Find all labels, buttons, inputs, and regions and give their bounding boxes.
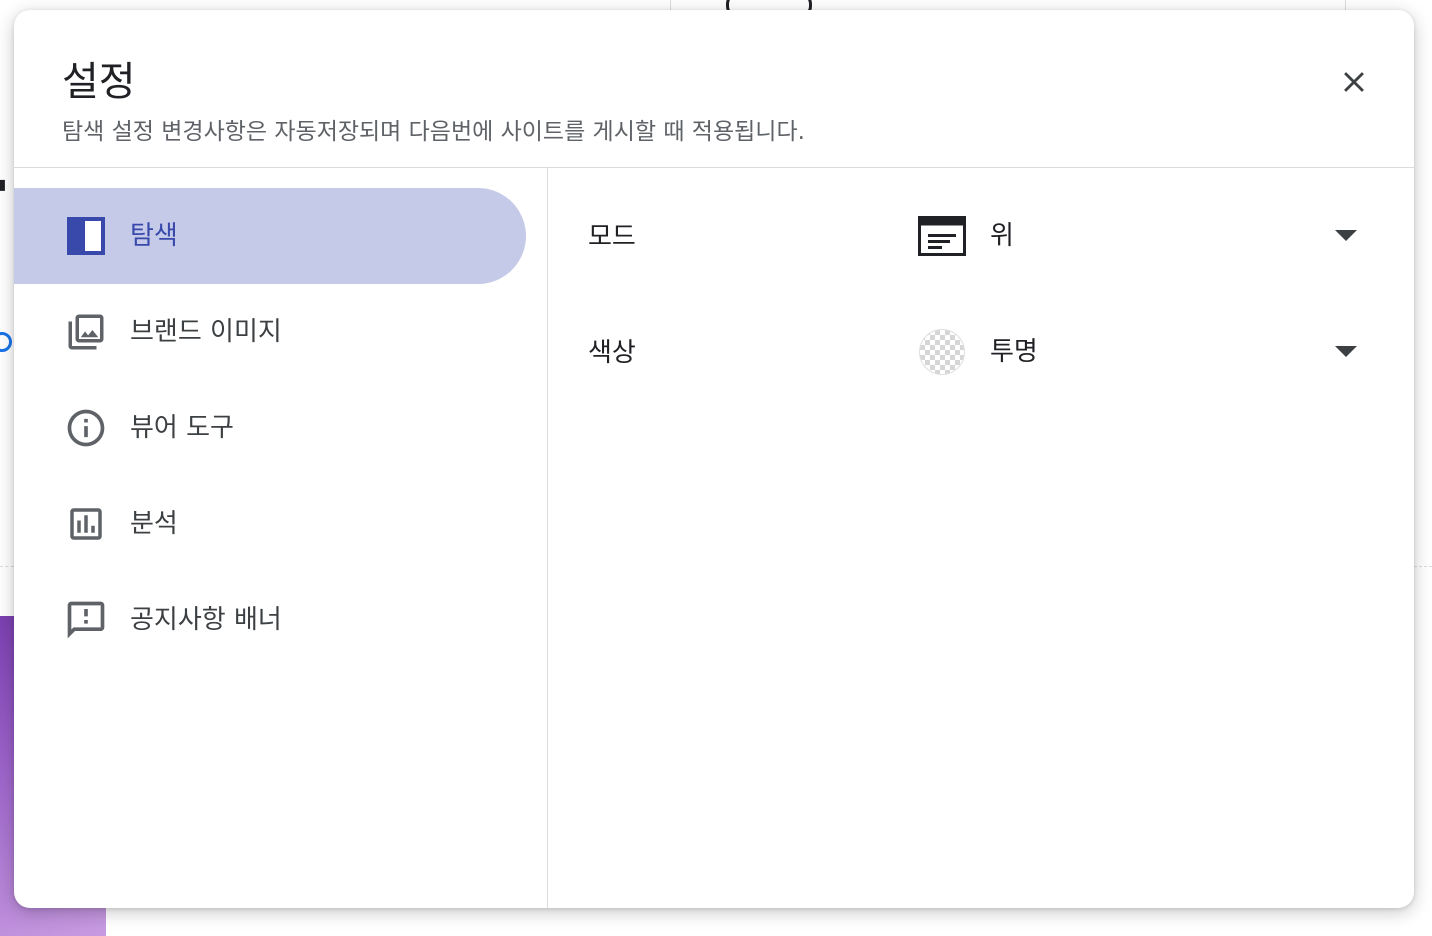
navigation-panel-icon xyxy=(67,217,105,255)
sidebar-item-label: 탐색 xyxy=(130,221,178,251)
close-icon xyxy=(1344,72,1364,92)
feedback-icon xyxy=(67,601,105,639)
dropdown-arrow-icon xyxy=(1335,346,1357,357)
dropdown-arrow-icon xyxy=(1335,230,1357,241)
dialog-header: 설정 탐색 설정 변경사항은 자동저장되며 다음번에 사이트를 게시할 때 적용… xyxy=(14,10,1414,168)
sidebar-item-label: 분석 xyxy=(130,509,178,539)
settings-content: 모드 위 색상 투명 xyxy=(548,168,1414,908)
sidebar-item-announcement-banner[interactable]: 공지사항 배너 xyxy=(14,572,526,668)
sidebar-item-label: 브랜드 이미지 xyxy=(130,317,282,347)
photo-library-icon xyxy=(68,314,104,350)
sidebar-item-brand-images[interactable]: 브랜드 이미지 xyxy=(14,284,526,380)
bar-chart-icon xyxy=(70,508,102,540)
close-button[interactable] xyxy=(1330,58,1378,106)
sidebar-item-label: 뷰어 도구 xyxy=(130,413,234,443)
sidebar-item-label: 공지사항 배너 xyxy=(130,605,282,635)
info-icon xyxy=(67,409,105,447)
background-divider-left xyxy=(0,566,14,567)
color-select-value: 투명 xyxy=(990,337,1038,367)
dialog-title: 설정 xyxy=(62,59,136,105)
sidebar-item-navigation[interactable]: 탐색 xyxy=(14,188,526,284)
color-select[interactable]: 투명 xyxy=(918,320,1358,384)
sidebar-item-analytics[interactable]: 분석 xyxy=(14,476,526,572)
transparent-swatch-icon xyxy=(919,329,965,375)
mode-select-value: 위 xyxy=(990,221,1014,251)
top-nav-layout-icon xyxy=(918,216,966,256)
background-divider-right xyxy=(1414,566,1432,567)
background-icon-fragment xyxy=(0,332,12,352)
sidebar-item-viewer-tools[interactable]: 뷰어 도구 xyxy=(14,380,526,476)
settings-dialog: 설정 탐색 설정 변경사항은 자동저장되며 다음번에 사이트를 게시할 때 적용… xyxy=(14,10,1414,908)
mode-setting-row: 모드 위 xyxy=(548,188,1414,284)
color-label: 색상 xyxy=(588,338,636,368)
settings-sidebar: 탐색 브랜드 이미지 뷰어 도구 분석 공지사항 배너 xyxy=(14,168,548,908)
mode-select[interactable]: 위 xyxy=(918,204,1358,268)
color-setting-row: 색상 투명 xyxy=(548,304,1414,400)
dialog-subtitle: 탐색 설정 변경사항은 자동저장되며 다음번에 사이트를 게시할 때 적용됩니다… xyxy=(62,119,805,145)
background-text-fragment: ▪ xyxy=(0,172,7,197)
mode-label: 모드 xyxy=(588,222,636,252)
